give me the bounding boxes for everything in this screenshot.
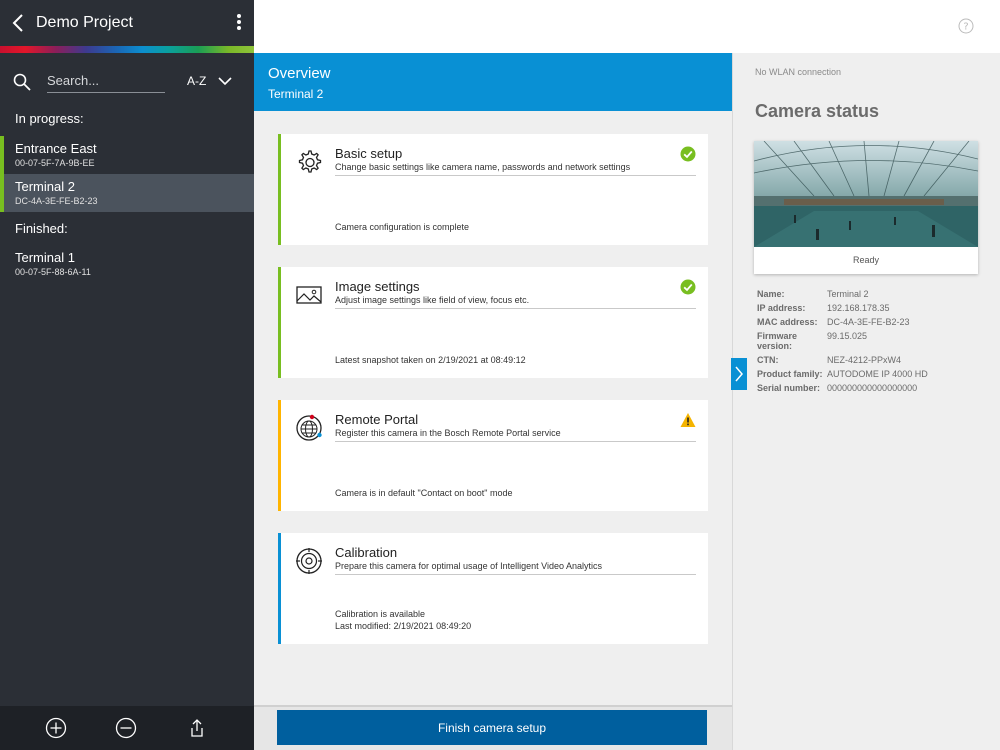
card-description: Prepare this camera for optimal usage of… xyxy=(335,561,602,571)
prop-key: Firmware version: xyxy=(757,331,798,351)
prop-value: 99.15.025 xyxy=(827,331,868,341)
snapshot-status: Ready xyxy=(852,255,879,265)
divider xyxy=(335,574,696,575)
camera-snapshot[interactable]: Ready xyxy=(754,141,978,274)
remove-circle-icon[interactable] xyxy=(115,717,137,739)
prop-key: Product family: xyxy=(757,369,823,379)
card-status-text: Calibration is available Last modified: … xyxy=(335,608,471,632)
list-item-name: Entrance East xyxy=(15,141,97,156)
camera-snapshot-image xyxy=(754,141,978,247)
check-circle-icon xyxy=(680,146,696,162)
prop-row: IP address: 192.168.178.35 xyxy=(757,303,997,313)
top-bar: ? xyxy=(254,0,1000,53)
prop-row: Serial number: 000000000000000000 xyxy=(757,383,997,393)
card-description: Change basic settings like camera name, … xyxy=(335,162,631,172)
list-item-mac: 00-07-5F-88-6A-11 xyxy=(15,267,91,277)
list-item-name: Terminal 1 xyxy=(15,250,75,265)
list-item-mac: DC-4A-3E-FE-B2-23 xyxy=(15,196,98,206)
card-image-settings[interactable]: Image settings Adjust image settings lik… xyxy=(278,267,708,378)
card-remote-portal[interactable]: Remote Portal Register this camera in th… xyxy=(278,400,708,511)
prop-row: MAC address: DC-4A-3E-FE-B2-23 xyxy=(757,317,997,327)
prop-key: MAC address: xyxy=(757,317,818,327)
calibration-last-modified: Last modified: 2/19/2021 08:49:20 xyxy=(335,621,472,631)
card-status-text: Camera is in default "Contact on boot" m… xyxy=(335,488,513,498)
chevron-down-icon[interactable] xyxy=(218,76,232,86)
prop-key: IP address: xyxy=(757,303,806,313)
calibration-available: Calibration is available xyxy=(335,609,426,619)
card-calibration[interactable]: Calibration Prepare this camera for opti… xyxy=(278,533,708,644)
status-bar-info xyxy=(278,533,281,644)
check-circle-icon xyxy=(680,279,696,295)
sidebar-header: Demo Project xyxy=(0,0,254,46)
prop-row: Firmware version: 99.15.025 xyxy=(757,331,997,351)
card-status-text: Camera configuration is complete xyxy=(335,222,470,232)
card-title: Calibration xyxy=(335,545,398,560)
prop-key: Serial number: xyxy=(757,383,821,393)
list-item-name: Terminal 2 xyxy=(15,179,75,194)
status-bar-ok xyxy=(278,267,281,378)
card-status-text: Latest snapshot taken on 2/19/2021 at 08… xyxy=(335,355,526,365)
prop-value: 192.168.178.35 xyxy=(827,303,890,313)
section-in-progress: In progress: xyxy=(15,111,84,126)
overview-subtitle: Terminal 2 xyxy=(268,87,324,101)
finish-camera-setup-button[interactable]: Finish camera setup xyxy=(277,710,707,745)
setup-overview: Overview Terminal 2 Basic setup Change b… xyxy=(254,53,732,750)
divider xyxy=(335,175,696,176)
gear-icon xyxy=(298,150,322,173)
add-circle-icon[interactable] xyxy=(45,717,67,739)
list-item-mac: 00-07-5F-7A-9B-EE xyxy=(15,158,95,168)
overview-title: Overview xyxy=(268,65,331,82)
image-icon xyxy=(296,286,322,304)
card-basic-setup[interactable]: Basic setup Change basic settings like c… xyxy=(278,134,708,245)
warning-icon xyxy=(680,413,696,427)
sidebar-footer xyxy=(0,706,254,750)
prop-value: DC-4A-3E-FE-B2-23 xyxy=(827,317,910,327)
expand-panel-button[interactable] xyxy=(731,358,747,390)
divider xyxy=(335,441,696,442)
card-description: Adjust image settings like field of view… xyxy=(335,295,530,305)
prop-value: AUTODOME IP 4000 HD xyxy=(827,369,928,379)
status-bar-warning xyxy=(278,400,281,511)
project-sidebar: Demo Project A-Z In progress: Entrance E… xyxy=(0,0,254,750)
status-bar-ok xyxy=(278,134,281,245)
card-title: Image settings xyxy=(335,279,420,294)
prop-value: 000000000000000000 xyxy=(827,383,918,393)
prop-value: NEZ-4212-PPxW4 xyxy=(827,355,902,365)
sort-label[interactable]: A-Z xyxy=(187,74,206,88)
prop-key: Name: xyxy=(757,289,785,299)
camera-properties: Name: Terminal 2 IP address: 192.168.178.3… xyxy=(757,289,997,397)
prop-key: CTN: xyxy=(757,355,779,365)
camera-status-title: Camera status xyxy=(755,101,880,121)
share-export-icon[interactable] xyxy=(186,717,208,739)
prop-value: Terminal 2 xyxy=(827,289,869,299)
search-icon xyxy=(13,73,31,91)
card-title: Basic setup xyxy=(335,146,403,161)
list-item-entrance-east[interactable]: Entrance East 00-07-5F-7A-9B-EE xyxy=(0,136,254,174)
card-description: Register this camera in the Bosch Remote… xyxy=(335,428,561,438)
prop-row: Product family: AUTODOME IP 4000 HD xyxy=(757,369,997,379)
list-item-terminal-2[interactable]: Terminal 2 DC-4A-3E-FE-B2-23 xyxy=(0,174,254,212)
camera-status-panel: No WLAN connection Camera status Ready N… xyxy=(732,53,1000,750)
svg-text:?: ? xyxy=(963,22,968,33)
calibration-target-icon xyxy=(296,548,322,574)
divider xyxy=(335,308,696,309)
help-icon[interactable]: ? xyxy=(958,18,974,34)
wlan-status: No WLAN connection xyxy=(755,67,842,77)
card-title: Remote Portal xyxy=(335,412,419,427)
project-title: Demo Project xyxy=(36,14,133,31)
section-finished: Finished: xyxy=(15,221,68,236)
list-item-terminal-1[interactable]: Terminal 1 00-07-5F-88-6A-11 xyxy=(0,245,254,283)
search-input[interactable] xyxy=(47,69,165,93)
chevron-right-icon xyxy=(735,366,743,382)
prop-row: Name: Terminal 2 xyxy=(757,289,997,299)
prop-row: CTN: NEZ-4212-PPxW4 xyxy=(757,355,997,365)
globe-network-icon xyxy=(296,414,322,441)
finish-bar: Finish camera setup xyxy=(254,705,732,750)
search-bar: A-Z xyxy=(0,61,254,101)
back-arrow-icon[interactable] xyxy=(10,12,26,34)
overview-header: Overview Terminal 2 xyxy=(254,53,732,111)
brand-color-stripe xyxy=(0,46,254,53)
more-options-icon[interactable] xyxy=(236,14,242,34)
